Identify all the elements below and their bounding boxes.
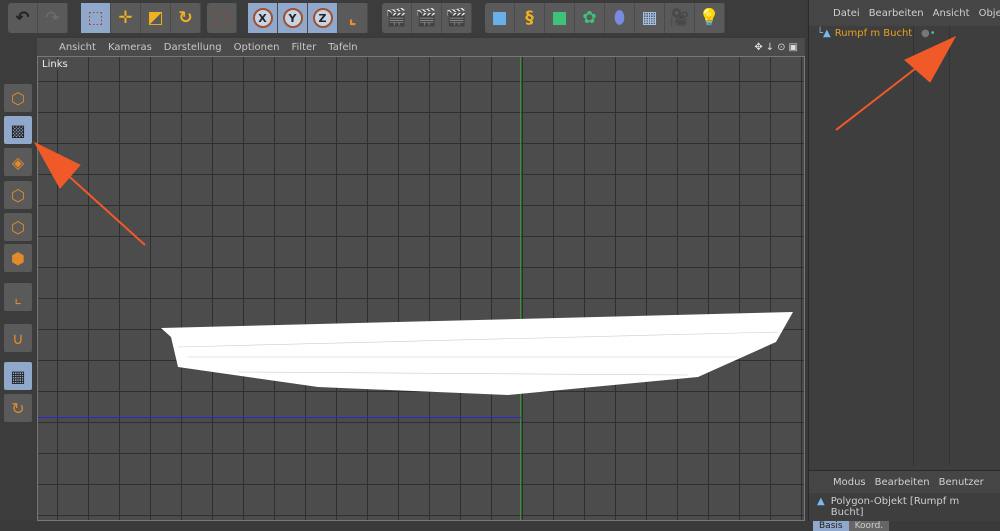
main-toolbar: ↶ ↷ ⬚ ✛ ◩ ↻ ⬚ X Y Z ⌞ 🎬 🎬 🎬 ■ § ■ ✿ ⬮ ▦ … [0, 0, 805, 36]
nurbs-icon[interactable]: ■ [545, 3, 575, 33]
cube-icon[interactable]: ■ [485, 3, 515, 33]
object-name[interactable]: Rumpf m Bucht [835, 28, 913, 39]
viewport-menu: Ansicht Kameras Darstellung Optionen Fil… [37, 38, 805, 56]
render-view-icon[interactable]: 🎬 [382, 3, 412, 33]
model-mode-icon[interactable]: ⬡ [4, 84, 32, 112]
tools-group: ⬚ ✛ ◩ ↻ [81, 3, 201, 33]
axis-mode-icon[interactable]: ⌞ [4, 283, 32, 311]
camera-icon[interactable]: 🎥 [665, 3, 695, 33]
visibility-dots-icon[interactable]: ●• [921, 28, 936, 39]
floor-icon[interactable]: ▦ [635, 3, 665, 33]
spline-icon[interactable]: § [515, 3, 545, 33]
menu-tafeln[interactable]: Tafeln [328, 42, 357, 53]
column-divider [949, 26, 950, 466]
mode-toolbar: ⬡ ▩ ◈ ⬡ ⬡ ⬢ ⌞ ∪ ▦ ↻ [0, 36, 36, 521]
menu-datei[interactable]: Datei [833, 8, 860, 19]
menu-objekte[interactable]: Objekte [979, 8, 1000, 19]
hull-mesh[interactable] [38, 57, 805, 521]
z-label: Z [312, 8, 333, 28]
object-manager-menu: Datei Bearbeiten Ansicht Objekte [809, 0, 1000, 26]
render-group: 🎬 🎬 🎬 [382, 3, 472, 33]
deformer-icon[interactable]: ⬮ [605, 3, 635, 33]
menu-filter[interactable]: Filter [291, 42, 316, 53]
attribute-title-row: ▲ Polygon-Objekt [Rumpf m Bucht] [809, 493, 1000, 521]
rotate-icon[interactable]: ↻ [171, 3, 201, 33]
points-mode-icon[interactable]: ⬡ [4, 181, 32, 209]
move-icon[interactable]: ✛ [111, 3, 141, 33]
workplane-rotate-icon[interactable]: ↻ [4, 394, 32, 422]
selection-group: ⬚ [207, 3, 237, 33]
history-group: ↶ ↷ [8, 3, 68, 33]
coordinate-system-icon[interactable]: ⌞ [338, 3, 368, 33]
attribute-title: Polygon-Objekt [Rumpf m Bucht] [830, 496, 960, 518]
menu-ansicht[interactable]: Ansicht [933, 8, 970, 19]
menu-modus[interactable]: Modus [833, 477, 866, 488]
tab-basis[interactable]: Basis [813, 521, 849, 531]
live-selection-icon[interactable]: ⬚ [81, 3, 111, 33]
attribute-manager: Modus Bearbeiten Benutzer ▲ Polygon-Obje… [809, 470, 1000, 531]
y-axis-lock-icon[interactable]: Y [278, 3, 308, 33]
x-label: X [252, 8, 273, 28]
z-axis-lock-icon[interactable]: Z [308, 3, 338, 33]
tab-koord[interactable]: Koord. [848, 521, 890, 531]
view-navigation-icons[interactable]: ✥↓⊙▣ [754, 42, 801, 53]
x-axis-lock-icon[interactable]: X [248, 3, 278, 33]
scale-icon[interactable]: ◩ [141, 3, 171, 33]
column-divider [913, 26, 914, 466]
menu-benutzer[interactable]: Benutzer [939, 477, 984, 488]
rectangle-selection-icon[interactable]: ⬚ [207, 3, 237, 33]
menu-optionen[interactable]: Optionen [234, 42, 280, 53]
texture-mode-icon[interactable]: ▩ [4, 116, 32, 144]
menu-bearbeiten[interactable]: Bearbeiten [875, 477, 930, 488]
viewport[interactable]: Links [37, 56, 805, 521]
render-settings-icon[interactable]: 🎬 [442, 3, 472, 33]
edges-mode-icon[interactable]: ⬡ [4, 213, 32, 241]
polygon-object-icon: ▲ [817, 496, 825, 507]
menu-kameras[interactable]: Kameras [108, 42, 152, 53]
attribute-tabs: Basis Koord. [809, 521, 1000, 531]
lock-workplane-icon[interactable]: ▦ [4, 362, 32, 390]
right-panel: Datei Bearbeiten Ansicht Objekte └▲ Rump… [808, 0, 1000, 531]
workplane-icon[interactable]: ◈ [4, 148, 32, 176]
redo-icon[interactable]: ↷ [38, 3, 68, 33]
render-picture-viewer-icon[interactable]: 🎬 [412, 3, 442, 33]
polygon-object-icon: └▲ [817, 28, 831, 39]
snap-icon[interactable]: ∪ [4, 324, 32, 352]
polygons-mode-icon[interactable]: ⬢ [4, 244, 32, 272]
attribute-manager-menu: Modus Bearbeiten Benutzer [809, 471, 1000, 493]
undo-icon[interactable]: ↶ [8, 3, 38, 33]
array-icon[interactable]: ✿ [575, 3, 605, 33]
light-icon[interactable]: 💡 [695, 3, 725, 33]
objects-group: ■ § ■ ✿ ⬮ ▦ 🎥 💡 [485, 3, 725, 33]
object-row[interactable]: └▲ Rumpf m Bucht ●• [817, 28, 936, 39]
menu-ansicht[interactable]: Ansicht [59, 42, 96, 53]
menu-bearbeiten[interactable]: Bearbeiten [869, 8, 924, 19]
axes-group: X Y Z ⌞ [248, 3, 368, 33]
menu-darstellung[interactable]: Darstellung [164, 42, 222, 53]
y-label: Y [282, 8, 303, 28]
